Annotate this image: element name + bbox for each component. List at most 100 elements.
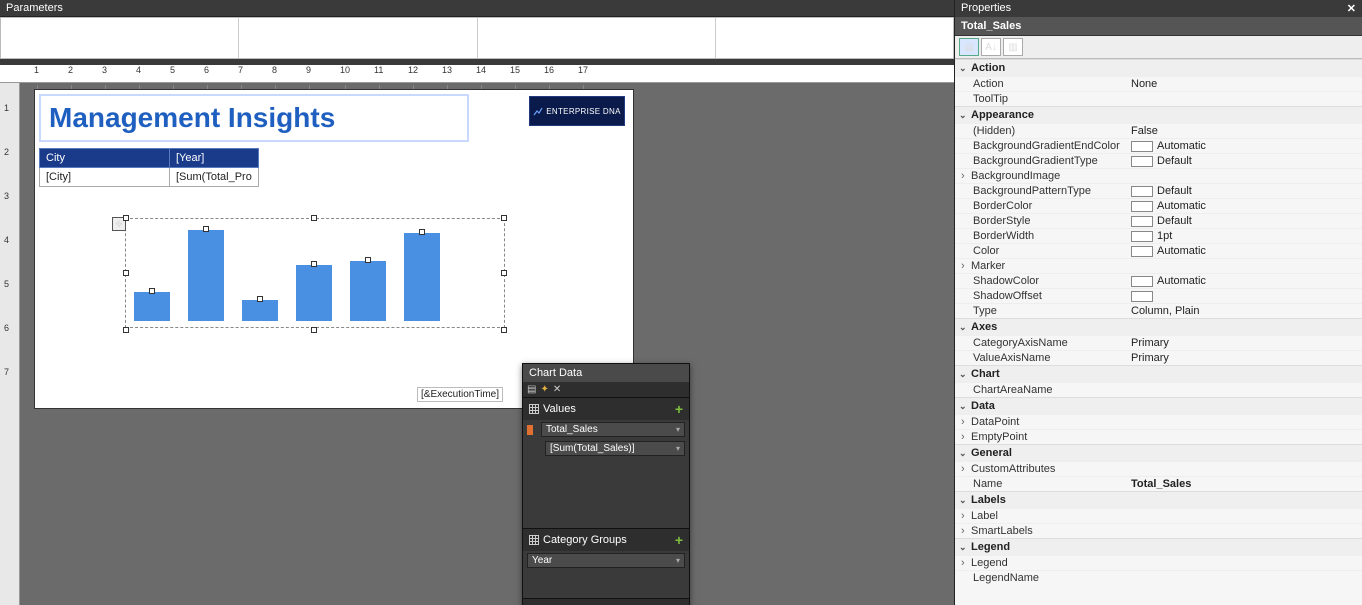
series-handle[interactable] — [365, 257, 371, 263]
property-row[interactable]: ›SmartLabels — [955, 523, 1362, 538]
property-value[interactable]: None — [1131, 78, 1362, 90]
color-swatch[interactable] — [1131, 231, 1153, 242]
property-value[interactable]: Primary — [1131, 337, 1362, 349]
tablix-header[interactable]: City — [40, 149, 170, 168]
series-handle[interactable] — [311, 261, 317, 267]
chevron-down-icon[interactable]: ⌄ — [959, 369, 971, 380]
close-icon[interactable]: ✕ — [1347, 2, 1356, 15]
property-row[interactable]: ChartAreaName — [955, 382, 1362, 397]
chart-bar[interactable] — [296, 265, 332, 321]
property-value[interactable]: Automatic — [1131, 275, 1362, 287]
chevron-down-icon[interactable]: ⌄ — [959, 63, 971, 74]
chart-bar[interactable] — [350, 261, 386, 321]
chart-bar[interactable] — [404, 233, 440, 321]
property-value[interactable] — [1131, 557, 1362, 569]
property-row[interactable]: ›EmptyPoint — [955, 429, 1362, 444]
parameters-grid[interactable] — [0, 17, 954, 59]
tablix-header[interactable]: [Year] — [170, 149, 259, 168]
chevron-down-icon[interactable]: ▾ — [676, 444, 680, 453]
param-cell[interactable] — [716, 18, 953, 58]
property-value[interactable] — [1131, 260, 1362, 272]
report-title[interactable]: Management Insights — [39, 94, 469, 142]
property-row[interactable]: BorderColorAutomatic — [955, 198, 1362, 213]
property-pages-button[interactable]: ▥ — [1003, 38, 1023, 56]
param-cell[interactable] — [1, 18, 239, 58]
chevron-down-icon[interactable]: ⌄ — [959, 448, 971, 459]
color-swatch[interactable] — [1131, 201, 1153, 212]
property-row[interactable]: BackgroundGradientEndColorAutomatic — [955, 138, 1362, 153]
color-swatch[interactable] — [1131, 276, 1153, 287]
property-category[interactable]: ⌄General — [955, 444, 1362, 461]
categorized-view-button[interactable]: ▤ — [959, 38, 979, 56]
chevron-down-icon[interactable]: ⌄ — [959, 322, 971, 333]
category-section-header[interactable]: Category Groups + — [523, 528, 689, 551]
property-value[interactable]: Automatic — [1131, 140, 1362, 152]
property-value[interactable]: Default — [1131, 215, 1362, 227]
chart-bar[interactable] — [242, 300, 278, 321]
property-row[interactable]: TypeColumn, Plain — [955, 303, 1362, 318]
value-item[interactable]: Total_Sales▾ — [523, 420, 689, 439]
property-row[interactable]: ColorAutomatic — [955, 243, 1362, 258]
selection-handle[interactable] — [123, 215, 129, 221]
property-value[interactable]: Primary — [1131, 352, 1362, 364]
property-value[interactable] — [1131, 463, 1362, 475]
tablix-cell[interactable]: [City] — [40, 168, 170, 187]
param-cell[interactable] — [478, 18, 716, 58]
property-row[interactable]: LegendName — [955, 570, 1362, 585]
series-handle[interactable] — [257, 296, 263, 302]
property-row[interactable]: ›BackgroundImage — [955, 168, 1362, 183]
property-category[interactable]: ⌄Appearance — [955, 106, 1362, 123]
property-row[interactable]: ›Marker — [955, 258, 1362, 273]
property-value[interactable]: Default — [1131, 185, 1362, 197]
property-row[interactable]: NameTotal_Sales — [955, 476, 1362, 491]
color-swatch[interactable] — [1131, 186, 1153, 197]
color-swatch[interactable] — [1131, 156, 1153, 167]
chart[interactable]: ✥ — [125, 218, 505, 328]
execution-time-placeholder[interactable]: [&ExecutionTime] — [417, 387, 503, 402]
chevron-down-icon[interactable]: ⌄ — [959, 110, 971, 121]
property-category[interactable]: ⌄Labels — [955, 491, 1362, 508]
chart-data-panel[interactable]: Chart Data ▤ ✦ ✕ Values + Total_Sales▾ [… — [522, 363, 690, 605]
property-row[interactable]: BackgroundGradientTypeDefault — [955, 153, 1362, 168]
chevron-down-icon[interactable]: ▾ — [676, 425, 680, 434]
tablix-cell[interactable]: [Sum(Total_Pro — [170, 168, 259, 187]
property-row[interactable]: ToolTip — [955, 91, 1362, 106]
value-expression[interactable]: [Sum(Total_Sales)]▾ — [523, 439, 689, 458]
color-swatch[interactable] — [1131, 141, 1153, 152]
selection-handle[interactable] — [311, 327, 317, 333]
property-value[interactable] — [1131, 525, 1362, 537]
chart-bar[interactable] — [188, 230, 224, 321]
property-row[interactable]: BackgroundPatternTypeDefault — [955, 183, 1362, 198]
property-value[interactable]: Total_Sales — [1131, 478, 1362, 490]
properties-toolbar[interactable]: ▤ A↓ ▥ — [955, 36, 1362, 59]
property-value[interactable] — [1131, 431, 1362, 443]
add-category-button[interactable]: + — [675, 532, 683, 548]
color-swatch[interactable] — [1131, 246, 1153, 257]
edit-icon[interactable]: ✦ — [540, 384, 548, 395]
chart-data-toolbar[interactable]: ▤ ✦ ✕ — [523, 382, 689, 397]
property-value[interactable]: 1pt — [1131, 230, 1362, 242]
alphabetical-view-button[interactable]: A↓ — [981, 38, 1001, 56]
chevron-down-icon[interactable]: ⌄ — [959, 401, 971, 412]
property-category[interactable]: ⌄Legend — [955, 538, 1362, 555]
delete-icon[interactable]: ✕ — [553, 384, 561, 395]
property-row[interactable]: ActionNone — [955, 76, 1362, 91]
property-category[interactable]: ⌄Data — [955, 397, 1362, 414]
property-value[interactable] — [1131, 384, 1362, 396]
color-swatch[interactable] — [1131, 216, 1153, 227]
selection-handle[interactable] — [311, 215, 317, 221]
series-section-header[interactable]: Series Groups + — [523, 598, 689, 605]
property-row[interactable]: BorderWidth1pt — [955, 228, 1362, 243]
selection-handle[interactable] — [123, 270, 129, 276]
selection-handle[interactable] — [501, 327, 507, 333]
report-body[interactable]: Management Insights ENTERPRISE DNA City … — [34, 89, 634, 409]
property-row[interactable]: ShadowOffset — [955, 288, 1362, 303]
property-category[interactable]: ⌄Action — [955, 59, 1362, 76]
property-value[interactable]: Column, Plain — [1131, 305, 1362, 317]
property-value[interactable]: Automatic — [1131, 245, 1362, 257]
chevron-down-icon[interactable]: ⌄ — [959, 495, 971, 506]
color-swatch[interactable] — [1131, 291, 1153, 302]
property-category[interactable]: ⌄Chart — [955, 365, 1362, 382]
property-value[interactable]: Default — [1131, 155, 1362, 167]
new-icon[interactable]: ▤ — [527, 384, 536, 395]
